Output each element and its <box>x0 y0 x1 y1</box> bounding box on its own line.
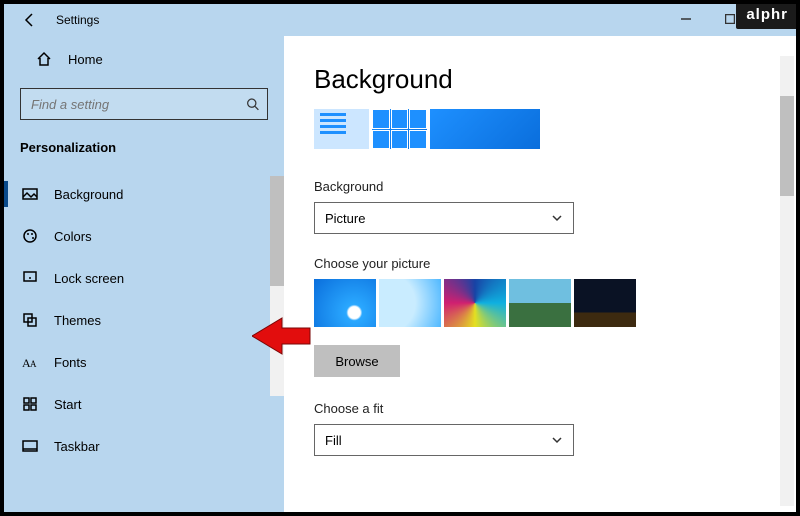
search-icon <box>246 97 259 111</box>
picture-thumb-3[interactable] <box>444 279 506 327</box>
nav-label: Colors <box>54 229 92 244</box>
palette-icon <box>20 228 40 244</box>
window-title: Settings <box>56 13 99 27</box>
nav-lock-screen[interactable]: Lock screen <box>4 257 284 299</box>
home-icon <box>34 51 54 67</box>
background-label: Background <box>314 179 756 194</box>
chevron-down-icon <box>551 434 563 446</box>
preview-row <box>314 109 756 149</box>
back-button[interactable] <box>16 6 44 34</box>
choose-picture-label: Choose your picture <box>314 256 756 271</box>
themes-icon <box>20 312 40 328</box>
browse-button[interactable]: Browse <box>314 345 400 377</box>
nav-label: Lock screen <box>54 271 124 286</box>
search-input[interactable] <box>31 97 246 112</box>
picture-thumb-2[interactable] <box>379 279 441 327</box>
start-icon <box>20 396 40 412</box>
nav-label: Taskbar <box>54 439 100 454</box>
titlebar: Settings <box>4 4 796 36</box>
dropdown-value: Picture <box>325 211 365 226</box>
choose-fit-label: Choose a fit <box>314 401 756 416</box>
home-label: Home <box>68 52 103 67</box>
site-badge: alphr <box>736 2 798 29</box>
picture-thumbnails <box>314 279 756 327</box>
picture-thumb-5[interactable] <box>574 279 636 327</box>
nav-label: Fonts <box>54 355 87 370</box>
lock-screen-icon <box>20 270 40 286</box>
nav-taskbar[interactable]: Taskbar <box>4 425 284 467</box>
fit-dropdown[interactable]: Fill <box>314 424 574 456</box>
background-dropdown[interactable]: Picture <box>314 202 574 234</box>
picture-thumb-1[interactable] <box>314 279 376 327</box>
fonts-icon: AA <box>20 355 40 369</box>
chevron-down-icon <box>551 212 563 224</box>
nav-colors[interactable]: Colors <box>4 215 284 257</box>
main-content: Background Background Picture Choose you… <box>284 36 796 512</box>
picture-thumb-4[interactable] <box>509 279 571 327</box>
search-box[interactable] <box>20 88 268 120</box>
sidebar-scrollbar[interactable] <box>270 176 284 396</box>
nav-label: Background <box>54 187 123 202</box>
taskbar-icon <box>20 438 40 454</box>
main-scrollbar[interactable] <box>780 56 794 506</box>
nav-label: Start <box>54 397 81 412</box>
sidebar: Home Personalization Background Colors <box>4 36 284 512</box>
svg-text:A: A <box>30 359 37 369</box>
preview-panel-desktop <box>430 109 540 149</box>
home-nav[interactable]: Home <box>4 40 284 78</box>
dropdown-value: Fill <box>325 433 342 448</box>
preview-panel-tiles <box>372 109 427 149</box>
nav-fonts[interactable]: AA Fonts <box>4 341 284 383</box>
nav-background[interactable]: Background <box>4 173 284 215</box>
preview-panel-sidebar <box>314 109 369 149</box>
minimize-button[interactable] <box>664 4 708 34</box>
section-title: Personalization <box>4 134 284 173</box>
nav-label: Themes <box>54 313 101 328</box>
picture-icon <box>20 186 40 202</box>
nav-themes[interactable]: Themes <box>4 299 284 341</box>
nav-start[interactable]: Start <box>4 383 284 425</box>
page-heading: Background <box>314 64 756 95</box>
